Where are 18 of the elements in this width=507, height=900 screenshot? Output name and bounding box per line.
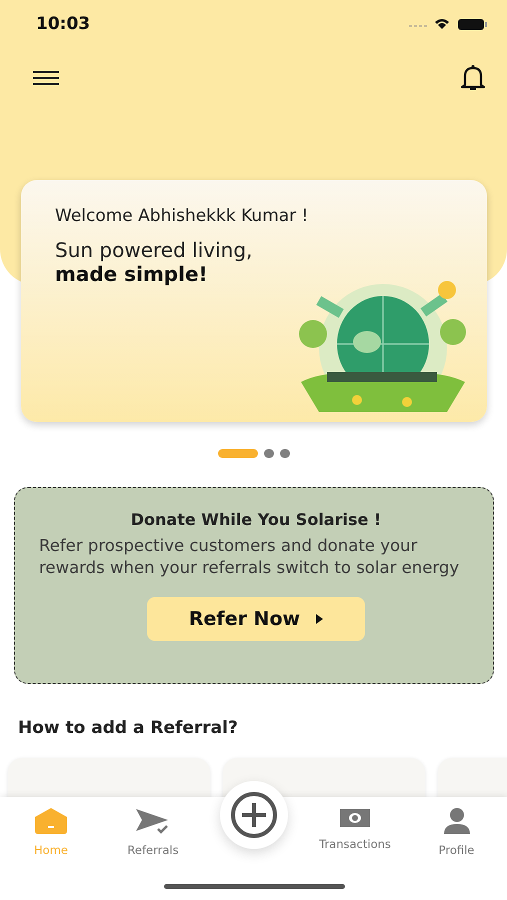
welcome-text: Welcome Abhishekkk Kumar ! <box>55 206 310 226</box>
person-icon <box>442 807 470 835</box>
tagline: Sun powered living, <box>55 238 254 262</box>
tab-item[interactable]: Profile <box>406 805 507 863</box>
refer-now-button[interactable]: Refer Now <box>147 597 365 641</box>
tab-item[interactable]: Referrals <box>102 805 204 863</box>
home-icon <box>33 807 69 835</box>
tab-item[interactable]: Transactions <box>304 805 406 863</box>
tagline-bold: made simple! <box>55 262 209 286</box>
menu-icon[interactable] <box>32 70 60 86</box>
section-title: How to add a Referral? <box>18 718 238 738</box>
plus-circle-icon <box>230 791 278 839</box>
donate-description: Refer prospective customers and donate your rewards when your referrals switch to solar energy <box>39 535 460 579</box>
bell-icon[interactable] <box>459 64 487 92</box>
banknote-icon <box>339 807 371 829</box>
status-time: 10:03 <box>36 14 90 34</box>
donate-title: Donate While You Solarise ! <box>130 510 382 529</box>
caret-icon <box>316 614 324 624</box>
